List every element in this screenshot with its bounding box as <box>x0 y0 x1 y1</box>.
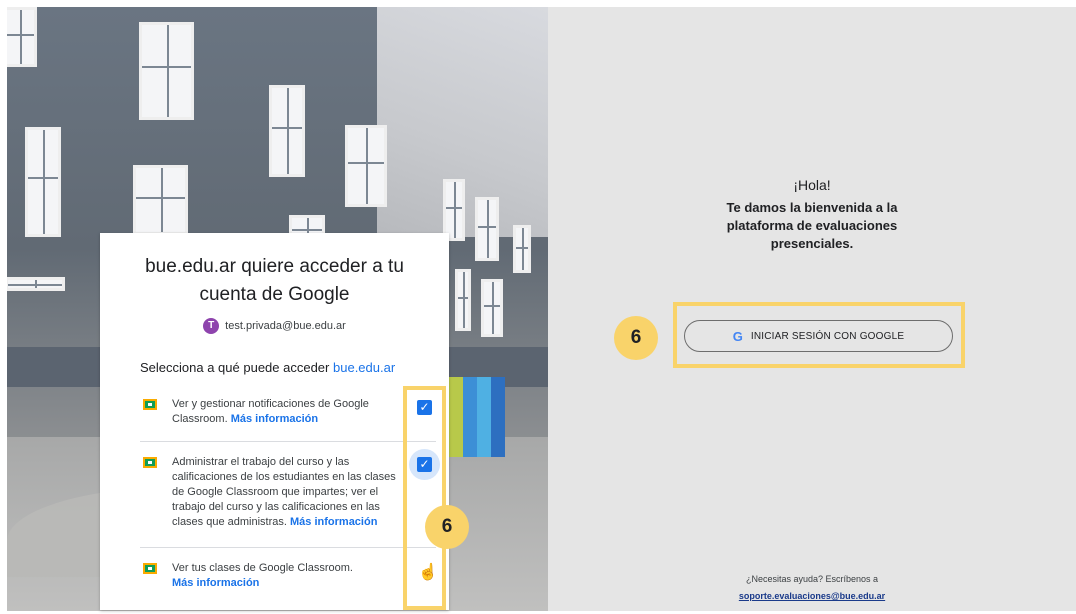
building-window <box>7 7 37 67</box>
color-panel <box>477 377 491 457</box>
building-window <box>345 125 387 207</box>
step-badge-right: 6 <box>614 316 658 360</box>
welcome-message: Te damos la bienvenida a la plataforma d… <box>726 200 898 251</box>
account-chip[interactable]: T test.privada@bue.edu.ar <box>100 318 449 334</box>
button-highlight-box <box>673 302 965 368</box>
consent-title: bue.edu.ar quiere acceder a tu cuenta de… <box>100 253 449 309</box>
divider <box>140 441 436 442</box>
permission-text: Ver tus clases de Google Classroom. Más … <box>172 562 353 589</box>
building-window <box>139 22 194 120</box>
help-text: ¿Necesitas ayuda? Escríbenos a <box>745 574 879 584</box>
building-window <box>513 225 531 273</box>
classroom-icon <box>143 399 157 410</box>
support-email-link[interactable]: soporte.evaluaciones@bue.edu.ar <box>548 591 1076 601</box>
step-badge-left: 6 <box>425 505 469 549</box>
google-consent-dialog: bue.edu.ar quiere acceder a tu cuenta de… <box>100 233 449 610</box>
building-window <box>475 197 499 261</box>
color-panel <box>491 377 505 457</box>
checkbox-highlight-box <box>403 386 446 610</box>
consent-title-line: cuenta de Google <box>199 284 350 305</box>
avatar: T <box>203 318 220 334</box>
permission-text: Ver y gestionar notificaciones de Google… <box>172 398 369 425</box>
select-access-text: Selecciona a qué puede acceder <box>140 360 330 375</box>
permission-item-notifications: Ver y gestionar notificaciones de Google… <box>140 397 410 429</box>
building-window <box>269 85 305 177</box>
color-panel <box>463 377 477 457</box>
building-window <box>443 179 465 241</box>
consent-title-line: bue.edu.ar quiere acceder a tu <box>145 256 404 277</box>
permission-text: Administrar el trabajo del curso y las c… <box>172 456 396 528</box>
divider <box>140 547 436 548</box>
more-info-link[interactable]: Más información <box>231 413 318 425</box>
more-info-link[interactable]: Más información <box>290 516 377 528</box>
classroom-icon <box>143 457 157 468</box>
building-window <box>455 269 471 331</box>
permission-item-coursework: Administrar el trabajo del curso y las c… <box>140 455 410 535</box>
greeting: ¡Hola! <box>793 177 831 193</box>
building-window <box>133 165 188 235</box>
select-access-heading: Selecciona a qué puede acceder bue.edu.a… <box>140 360 395 375</box>
classroom-icon <box>143 563 157 574</box>
select-access-domain-link[interactable]: bue.edu.ar <box>333 360 395 375</box>
color-panel <box>449 377 463 457</box>
permission-item-classes: Ver tus clases de Google Classroom. Más … <box>140 561 410 593</box>
building-window <box>7 277 65 291</box>
building-window <box>481 279 503 337</box>
building-window <box>25 127 61 237</box>
account-email: test.privada@bue.edu.ar <box>225 320 346 332</box>
more-info-link[interactable]: Más información <box>172 577 259 589</box>
